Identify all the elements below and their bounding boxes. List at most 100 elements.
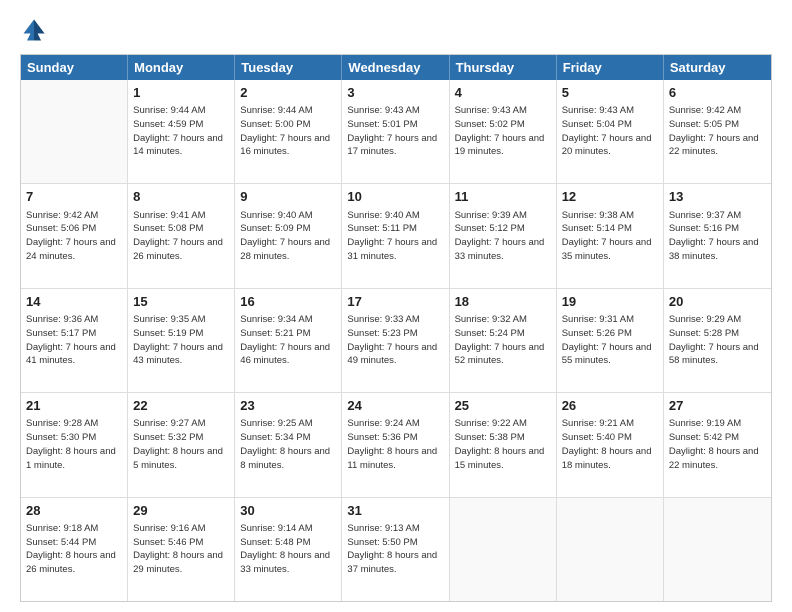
day-number: 24 xyxy=(347,397,443,415)
calendar-cell: 3 Sunrise: 9:43 AMSunset: 5:01 PMDaylight… xyxy=(342,80,449,183)
cell-info: Sunrise: 9:43 AMSunset: 5:01 PMDaylight:… xyxy=(347,104,443,159)
calendar-cell: 4 Sunrise: 9:43 AMSunset: 5:02 PMDaylight… xyxy=(450,80,557,183)
day-number: 21 xyxy=(26,397,122,415)
cell-info: Sunrise: 9:33 AMSunset: 5:23 PMDaylight:… xyxy=(347,313,443,368)
calendar-cell: 15 Sunrise: 9:35 AMSunset: 5:19 PMDayligh… xyxy=(128,289,235,392)
cell-info: Sunrise: 9:40 AMSunset: 5:09 PMDaylight:… xyxy=(240,209,336,264)
cell-info: Sunrise: 9:44 AMSunset: 5:00 PMDaylight:… xyxy=(240,104,336,159)
cal-header-day: Sunday xyxy=(21,55,128,80)
calendar-cell: 11Sunrise: 9:39 AMSunset: 5:12 PMDayligh… xyxy=(450,184,557,287)
page: SundayMondayTuesdayWednesdayThursdayFrid… xyxy=(0,0,792,612)
cell-info: Sunrise: 9:38 AMSunset: 5:14 PMDaylight:… xyxy=(562,209,658,264)
header xyxy=(20,16,772,44)
day-number: 27 xyxy=(669,397,766,415)
cal-header-day: Wednesday xyxy=(342,55,449,80)
calendar-cell: 7Sunrise: 9:42 AMSunset: 5:06 PMDaylight… xyxy=(21,184,128,287)
cell-info: Sunrise: 9:32 AMSunset: 5:24 PMDaylight:… xyxy=(455,313,551,368)
cell-info: Sunrise: 9:25 AMSunset: 5:34 PMDaylight:… xyxy=(240,417,336,472)
cell-info: Sunrise: 9:27 AMSunset: 5:32 PMDaylight:… xyxy=(133,417,229,472)
cell-info: Sunrise: 9:43 AMSunset: 5:02 PMDaylight:… xyxy=(455,104,551,159)
calendar-row: 1Sunrise: 9:44 AMSunset: 4:59 PMDaylight… xyxy=(21,80,771,184)
day-number: 25 xyxy=(455,397,551,415)
cell-info: Sunrise: 9:34 AMSunset: 5:21 PMDaylight:… xyxy=(240,313,336,368)
day-number: 13 xyxy=(669,188,766,206)
calendar-row: 14Sunrise: 9:36 AMSunset: 5:17 PMDayligh… xyxy=(21,289,771,393)
day-number: 7 xyxy=(26,188,122,206)
calendar-cell: 1Sunrise: 9:44 AMSunset: 4:59 PMDaylight… xyxy=(128,80,235,183)
cal-header-day: Friday xyxy=(557,55,664,80)
calendar-cell: 13Sunrise: 9:37 AMSunset: 5:16 PMDayligh… xyxy=(664,184,771,287)
day-number: 17 xyxy=(347,293,443,311)
cell-info: Sunrise: 9:16 AMSunset: 5:46 PMDaylight:… xyxy=(133,522,229,577)
calendar-cell: 22 Sunrise: 9:27 AMSunset: 5:32 PMDayligh… xyxy=(128,393,235,496)
cell-info: Sunrise: 9:14 AMSunset: 5:48 PMDaylight:… xyxy=(240,522,336,577)
cell-info: Sunrise: 9:35 AMSunset: 5:19 PMDaylight:… xyxy=(133,313,229,368)
day-number: 16 xyxy=(240,293,336,311)
cal-header-day: Tuesday xyxy=(235,55,342,80)
day-number: 18 xyxy=(455,293,551,311)
calendar: SundayMondayTuesdayWednesdayThursdayFrid… xyxy=(20,54,772,602)
day-number: 5 xyxy=(562,84,658,102)
cell-info: Sunrise: 9:41 AMSunset: 5:08 PMDaylight:… xyxy=(133,209,229,264)
day-number: 22 xyxy=(133,397,229,415)
day-number: 9 xyxy=(240,188,336,206)
calendar-cell: 12 Sunrise: 9:38 AMSunset: 5:14 PMDayligh… xyxy=(557,184,664,287)
calendar-cell: 30 Sunrise: 9:14 AMSunset: 5:48 PMDayligh… xyxy=(235,498,342,601)
day-number: 6 xyxy=(669,84,766,102)
calendar-cell xyxy=(450,498,557,601)
calendar-cell: 27 Sunrise: 9:19 AMSunset: 5:42 PMDayligh… xyxy=(664,393,771,496)
cell-info: Sunrise: 9:18 AMSunset: 5:44 PMDaylight:… xyxy=(26,522,122,577)
calendar-cell: 18 Sunrise: 9:32 AMSunset: 5:24 PMDayligh… xyxy=(450,289,557,392)
cell-info: Sunrise: 9:31 AMSunset: 5:26 PMDaylight:… xyxy=(562,313,658,368)
cell-info: Sunrise: 9:24 AMSunset: 5:36 PMDaylight:… xyxy=(347,417,443,472)
day-number: 8 xyxy=(133,188,229,206)
day-number: 2 xyxy=(240,84,336,102)
day-number: 4 xyxy=(455,84,551,102)
cell-info: Sunrise: 9:39 AMSunset: 5:12 PMDaylight:… xyxy=(455,209,551,264)
cell-info: Sunrise: 9:19 AMSunset: 5:42 PMDaylight:… xyxy=(669,417,766,472)
calendar-cell: 26 Sunrise: 9:21 AMSunset: 5:40 PMDayligh… xyxy=(557,393,664,496)
cell-info: Sunrise: 9:28 AMSunset: 5:30 PMDaylight:… xyxy=(26,417,122,472)
cal-header-day: Monday xyxy=(128,55,235,80)
logo-icon xyxy=(20,16,48,44)
calendar-cell: 6Sunrise: 9:42 AMSunset: 5:05 PMDaylight… xyxy=(664,80,771,183)
cell-info: Sunrise: 9:36 AMSunset: 5:17 PMDaylight:… xyxy=(26,313,122,368)
cell-info: Sunrise: 9:13 AMSunset: 5:50 PMDaylight:… xyxy=(347,522,443,577)
day-number: 30 xyxy=(240,502,336,520)
cell-info: Sunrise: 9:44 AMSunset: 4:59 PMDaylight:… xyxy=(133,104,229,159)
calendar-cell: 5 Sunrise: 9:43 AMSunset: 5:04 PMDaylight… xyxy=(557,80,664,183)
calendar-cell xyxy=(21,80,128,183)
calendar-row: 21 Sunrise: 9:28 AMSunset: 5:30 PMDayligh… xyxy=(21,393,771,497)
calendar-body: 1Sunrise: 9:44 AMSunset: 4:59 PMDaylight… xyxy=(21,80,771,601)
calendar-cell: 24 Sunrise: 9:24 AMSunset: 5:36 PMDayligh… xyxy=(342,393,449,496)
calendar-cell: 19 Sunrise: 9:31 AMSunset: 5:26 PMDayligh… xyxy=(557,289,664,392)
day-number: 10 xyxy=(347,188,443,206)
day-number: 23 xyxy=(240,397,336,415)
cal-header-day: Thursday xyxy=(450,55,557,80)
calendar-cell: 16 Sunrise: 9:34 AMSunset: 5:21 PMDayligh… xyxy=(235,289,342,392)
cal-header-day: Saturday xyxy=(664,55,771,80)
calendar-cell: 29 Sunrise: 9:16 AMSunset: 5:46 PMDayligh… xyxy=(128,498,235,601)
day-number: 29 xyxy=(133,502,229,520)
calendar-cell: 9 Sunrise: 9:40 AMSunset: 5:09 PMDaylight… xyxy=(235,184,342,287)
calendar-cell: 8 Sunrise: 9:41 AMSunset: 5:08 PMDaylight… xyxy=(128,184,235,287)
calendar-cell: 17 Sunrise: 9:33 AMSunset: 5:23 PMDayligh… xyxy=(342,289,449,392)
day-number: 26 xyxy=(562,397,658,415)
calendar-cell: 23 Sunrise: 9:25 AMSunset: 5:34 PMDayligh… xyxy=(235,393,342,496)
logo xyxy=(20,16,52,44)
cell-info: Sunrise: 9:40 AMSunset: 5:11 PMDaylight:… xyxy=(347,209,443,264)
calendar-cell: 14Sunrise: 9:36 AMSunset: 5:17 PMDayligh… xyxy=(21,289,128,392)
calendar-cell: 10 Sunrise: 9:40 AMSunset: 5:11 PMDayligh… xyxy=(342,184,449,287)
day-number: 20 xyxy=(669,293,766,311)
day-number: 3 xyxy=(347,84,443,102)
cell-info: Sunrise: 9:29 AMSunset: 5:28 PMDaylight:… xyxy=(669,313,766,368)
day-number: 31 xyxy=(347,502,443,520)
day-number: 15 xyxy=(133,293,229,311)
day-number: 12 xyxy=(562,188,658,206)
cell-info: Sunrise: 9:21 AMSunset: 5:40 PMDaylight:… xyxy=(562,417,658,472)
cell-info: Sunrise: 9:43 AMSunset: 5:04 PMDaylight:… xyxy=(562,104,658,159)
day-number: 19 xyxy=(562,293,658,311)
day-number: 28 xyxy=(26,502,122,520)
calendar-row: 7Sunrise: 9:42 AMSunset: 5:06 PMDaylight… xyxy=(21,184,771,288)
calendar-cell: 25Sunrise: 9:22 AMSunset: 5:38 PMDayligh… xyxy=(450,393,557,496)
